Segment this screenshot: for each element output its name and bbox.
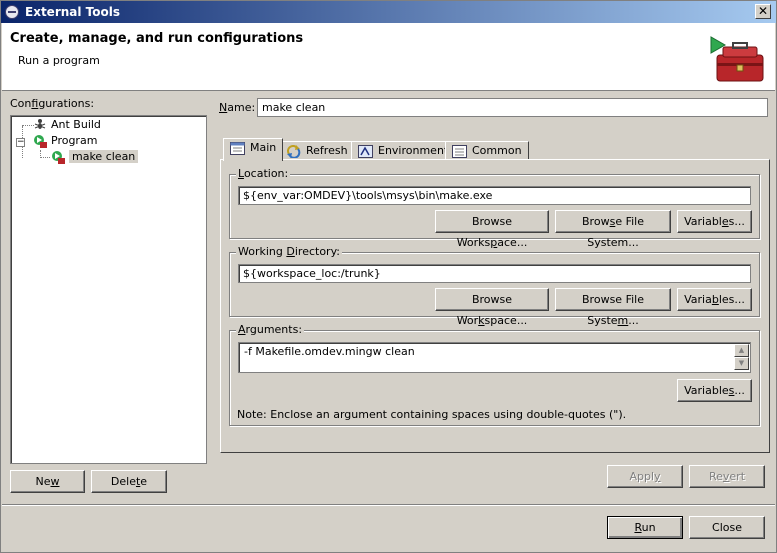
tree-item-make-clean[interactable]: make clean xyxy=(51,149,139,165)
environment-icon xyxy=(358,144,373,158)
arguments-textarea[interactable]: -f Makefile.omdev.mingw clean ▲ ▼ xyxy=(238,342,751,373)
workdir-browse-filesystem-button[interactable]: Browse File System... xyxy=(555,288,671,327)
delete-button[interactable]: Delete xyxy=(91,470,167,493)
configurations-label: Configurations: xyxy=(10,97,95,110)
working-directory-input[interactable]: ${workspace_loc:/trunk} xyxy=(238,264,751,283)
external-tools-dialog: External Tools ✕ Create, manage, and run… xyxy=(0,0,777,553)
arguments-text: -f Makefile.omdev.mingw clean xyxy=(244,345,415,358)
header-title: Create, manage, and run configurations xyxy=(10,31,304,46)
new-button[interactable]: New xyxy=(10,470,85,493)
tab-environment[interactable]: Environment xyxy=(351,141,456,161)
main-tab-icon xyxy=(230,141,245,155)
program-config-icon xyxy=(52,151,65,164)
tree-item-label: make clean xyxy=(69,150,139,163)
program-icon xyxy=(34,135,47,148)
revert-button[interactable]: Revert xyxy=(689,465,765,488)
location-variables-button[interactable]: Variables... xyxy=(677,210,752,233)
working-directory-group: Working Directory: ${workspace_loc:/trun… xyxy=(229,245,760,327)
arguments-group: Arguments: -f Makefile.omdev.mingw clean… xyxy=(229,323,760,426)
tab-main[interactable]: Main xyxy=(223,138,284,161)
tree-line xyxy=(40,157,50,158)
collapse-program-toggle[interactable]: − xyxy=(16,138,25,147)
common-icon xyxy=(452,144,467,158)
toolbox-icon xyxy=(710,36,764,82)
header-subtitle: Run a program xyxy=(18,54,100,67)
title-bar[interactable]: External Tools ✕ xyxy=(1,1,776,23)
scroll-up-arrow-icon[interactable]: ▲ xyxy=(734,344,749,357)
name-label: Name: xyxy=(219,101,256,114)
arguments-label: Arguments: xyxy=(236,323,305,336)
footer-separator xyxy=(2,504,775,506)
eclipse-icon xyxy=(5,5,19,19)
workdir-variables-button[interactable]: Variables... xyxy=(677,288,752,311)
dialog-header: Create, manage, and run configurations R… xyxy=(2,23,775,91)
scroll-down-arrow-icon[interactable]: ▼ xyxy=(734,357,749,370)
tree-item-program[interactable]: Program xyxy=(33,133,97,149)
apply-button[interactable]: Apply xyxy=(607,465,683,488)
working-directory-label: Working Directory: xyxy=(236,245,342,258)
close-window-button[interactable]: ✕ xyxy=(755,4,771,19)
location-browse-workspace-button[interactable]: Browse Workspace... xyxy=(435,210,549,249)
tab-refresh[interactable]: Refresh xyxy=(279,141,355,161)
arguments-note: Note: Enclose an argument containing spa… xyxy=(237,408,627,421)
main-tab-panel: Location: ${env_var:OMDEV}\tools\msys\bi… xyxy=(220,159,770,453)
workdir-browse-workspace-button[interactable]: Browse Workspace... xyxy=(435,288,549,327)
tree-item-label: Program xyxy=(51,134,98,147)
ant-icon xyxy=(34,119,46,129)
location-group: Location: ${env_var:OMDEV}\tools\msys\bi… xyxy=(229,167,760,249)
tab-common[interactable]: Common xyxy=(445,141,529,161)
tree-item-ant-build[interactable]: Ant Build xyxy=(33,117,101,133)
arguments-variables-button[interactable]: Variables... xyxy=(677,379,752,402)
tree-item-label: Ant Build xyxy=(51,118,101,131)
name-input[interactable]: make clean xyxy=(257,98,768,117)
window-title: External Tools xyxy=(25,5,120,19)
location-label: Location: xyxy=(236,167,291,180)
run-button[interactable]: Run xyxy=(607,516,683,539)
refresh-icon xyxy=(287,144,301,158)
configurations-tree[interactable]: − Ant Build Program make clean xyxy=(10,115,207,464)
location-browse-filesystem-button[interactable]: Browse File System... xyxy=(555,210,671,249)
location-input[interactable]: ${env_var:OMDEV}\tools\msys\bin\make.exe xyxy=(238,186,751,205)
close-button[interactable]: Close xyxy=(689,516,765,539)
